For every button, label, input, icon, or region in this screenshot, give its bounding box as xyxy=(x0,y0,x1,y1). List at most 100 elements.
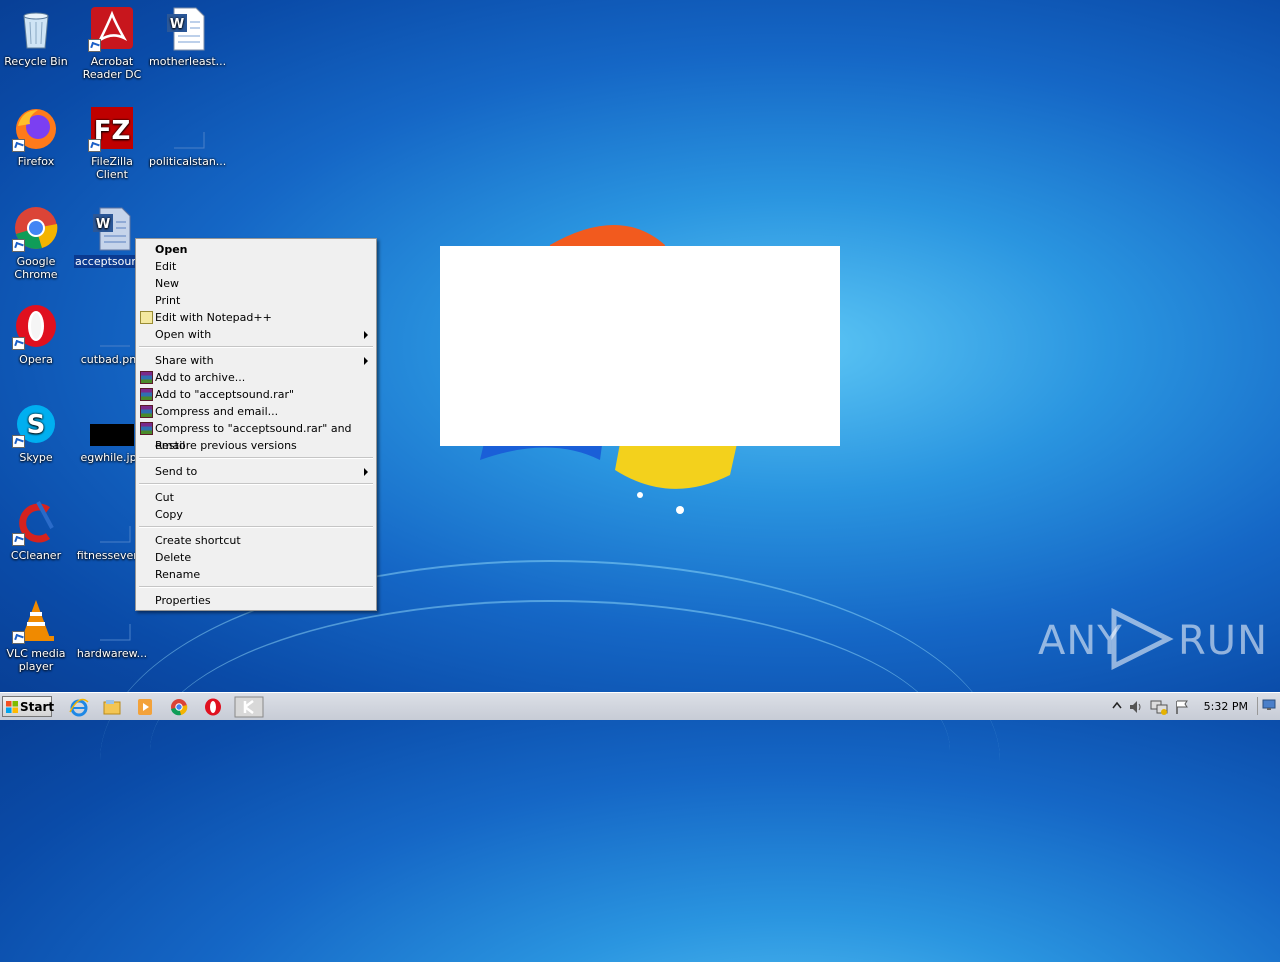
menu-item-label: Rename xyxy=(155,568,201,581)
menu-item-edit[interactable]: Edit xyxy=(138,258,374,275)
blank-file-icon xyxy=(162,104,210,152)
icon-label: hardwarew... xyxy=(76,647,148,660)
icon-label: motherleast... xyxy=(149,55,227,68)
shortcut-arrow-icon xyxy=(12,337,25,350)
taskbar-chrome-button[interactable] xyxy=(168,696,192,718)
winrar-icon xyxy=(140,422,153,435)
menu-item-restore-previous-versions[interactable]: Restore previous versions xyxy=(138,437,374,454)
menu-item-label: Cut xyxy=(155,491,174,504)
desktop-icon-recycle-bin[interactable]: Recycle Bin xyxy=(0,0,74,68)
action-center-flag-icon[interactable] xyxy=(1174,699,1190,715)
menu-item-edit-notepadpp[interactable]: Edit with Notepad++ xyxy=(138,309,374,326)
svg-text:W: W xyxy=(96,217,110,232)
icon-label: Skype xyxy=(19,451,53,464)
menu-item-label: Add to archive... xyxy=(155,371,246,384)
taskbar: Start 5:32 PM xyxy=(0,692,1280,720)
desktop-icon-acrobat-reader[interactable]: Acrobat Reader DC xyxy=(74,0,150,81)
submenu-arrow-icon xyxy=(364,357,368,365)
monitor-icon xyxy=(1262,699,1276,710)
shortcut-arrow-icon xyxy=(12,139,25,152)
acrobat-icon xyxy=(88,4,136,52)
menu-item-add-to-archive[interactable]: Add to archive... xyxy=(138,369,374,386)
icon-label: Acrobat Reader DC xyxy=(82,55,142,81)
menu-item-send-to[interactable]: Send to xyxy=(138,463,374,480)
media-player-icon xyxy=(138,699,152,715)
context-menu: Open Edit New Print Edit with Notepad++ … xyxy=(135,238,377,611)
filezilla-icon: FZ xyxy=(88,104,136,152)
menu-item-label: Delete xyxy=(155,551,192,564)
show-hidden-icons-chevron-icon[interactable] xyxy=(1112,700,1122,712)
menu-separator xyxy=(139,526,373,528)
menu-item-new[interactable]: New xyxy=(138,275,374,292)
taskbar-media-player-button[interactable] xyxy=(134,696,158,718)
play-triangle-icon xyxy=(1111,608,1174,670)
menu-item-open-with[interactable]: Open with xyxy=(138,326,374,343)
menu-separator xyxy=(139,483,373,485)
blank-file-icon xyxy=(88,596,136,644)
menu-item-compress-rar-email[interactable]: Compress to "acceptsound.rar" and email xyxy=(138,420,374,452)
show-desktop-button[interactable] xyxy=(1257,697,1278,715)
shortcut-arrow-icon xyxy=(12,435,25,448)
shortcut-arrow-icon xyxy=(12,533,25,546)
menu-item-label: Add to "acceptsound.rar" xyxy=(155,388,295,401)
taskbar-ie-button[interactable] xyxy=(68,696,92,718)
submenu-arrow-icon xyxy=(364,331,368,339)
menu-item-open[interactable]: Open xyxy=(138,241,374,258)
anyrun-app-icon xyxy=(234,696,264,718)
menu-item-label: Edit with Notepad++ xyxy=(155,311,272,324)
svg-text:W: W xyxy=(170,17,184,32)
desktop-icon-skype[interactable]: S Skype xyxy=(0,396,74,464)
desktop-icon-politicalstan[interactable]: politicalstan... xyxy=(148,100,227,168)
watermark-text-right: RUN xyxy=(1178,618,1268,664)
menu-item-add-to-rar[interactable]: Add to "acceptsound.rar" xyxy=(138,386,374,403)
start-button[interactable]: Start xyxy=(2,696,54,717)
menu-separator xyxy=(139,586,373,588)
shortcut-arrow-icon xyxy=(12,631,25,644)
system-tray: 5:32 PM xyxy=(1104,693,1280,721)
chrome-icon xyxy=(171,699,188,716)
taskbar-clock[interactable]: 5:32 PM xyxy=(1204,700,1248,713)
menu-item-compress-email[interactable]: Compress and email... xyxy=(138,403,374,420)
network-icon[interactable] xyxy=(1150,699,1168,715)
shortcut-arrow-icon xyxy=(88,139,101,152)
desktop-icon-opera[interactable]: Opera xyxy=(0,298,74,366)
word-document-icon: W xyxy=(88,204,136,252)
overlay-window-blank xyxy=(440,246,840,446)
menu-item-share-with[interactable]: Share with xyxy=(138,352,374,369)
icon-label: Opera xyxy=(19,353,53,366)
ccleaner-icon xyxy=(12,498,60,546)
menu-item-label: Properties xyxy=(155,594,211,607)
menu-item-delete[interactable]: Delete xyxy=(138,549,374,566)
menu-item-print[interactable]: Print xyxy=(138,292,374,309)
desktop-icon-google-chrome[interactable]: Google Chrome xyxy=(0,200,74,281)
vlc-cone-icon xyxy=(12,596,60,644)
menu-item-label: Print xyxy=(155,294,181,307)
taskbar-opera-button[interactable] xyxy=(202,696,226,718)
menu-item-create-shortcut[interactable]: Create shortcut xyxy=(138,532,374,549)
desktop-icon-filezilla[interactable]: FZ FileZilla Client xyxy=(74,100,150,181)
menu-item-cut[interactable]: Cut xyxy=(138,489,374,506)
opera-icon xyxy=(205,698,221,716)
opera-icon xyxy=(12,302,60,350)
menu-item-copy[interactable]: Copy xyxy=(138,506,374,523)
desktop-icon-motherleast[interactable]: W motherleast... xyxy=(148,0,227,68)
taskbar-anyrun-button[interactable] xyxy=(234,696,264,718)
shortcut-arrow-icon xyxy=(88,39,101,52)
menu-item-label: New xyxy=(155,277,179,290)
chrome-icon xyxy=(12,204,60,252)
menu-separator xyxy=(139,457,373,459)
taskbar-explorer-button[interactable] xyxy=(101,696,125,718)
menu-item-properties[interactable]: Properties xyxy=(138,592,374,609)
menu-item-label: Send to xyxy=(155,465,198,478)
menu-separator xyxy=(139,346,373,348)
volume-icon[interactable] xyxy=(1128,699,1144,715)
desktop-icon-vlc[interactable]: VLC media player xyxy=(0,592,74,673)
icon-label: politicalstan... xyxy=(149,155,227,168)
menu-item-rename[interactable]: Rename xyxy=(138,566,374,583)
folder-icon xyxy=(103,700,121,715)
icon-label: Google Chrome xyxy=(14,255,58,281)
desktop-icon-ccleaner[interactable]: CCleaner xyxy=(0,494,74,562)
svg-text:S: S xyxy=(27,410,46,440)
submenu-arrow-icon xyxy=(364,468,368,476)
desktop-icon-firefox[interactable]: Firefox xyxy=(0,100,74,168)
